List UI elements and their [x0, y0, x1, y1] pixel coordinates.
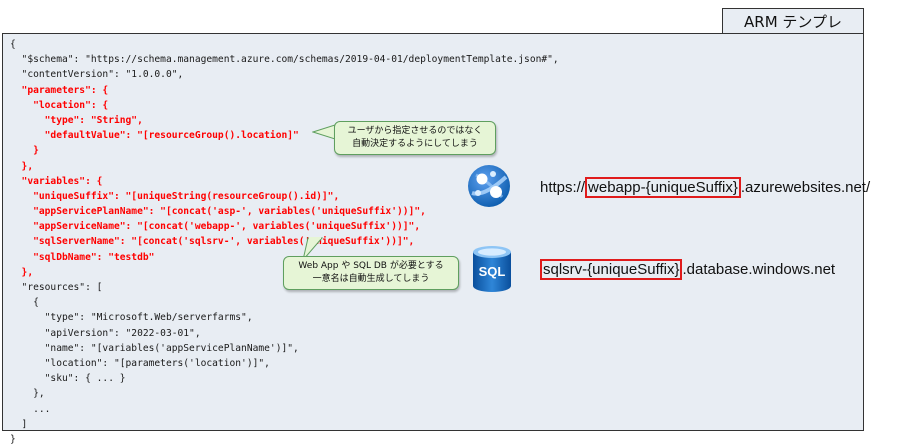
azure-web-app-icon — [468, 165, 510, 207]
code-line: "name": "[variables('appServicePlanName'… — [10, 342, 299, 354]
callout-location-pointer — [312, 124, 336, 140]
webapp-url: https://webapp-{uniqueSuffix} .azurewebsi… — [540, 177, 871, 198]
code-line: "contentVersion": "1.0.0.0", — [10, 69, 184, 81]
code-line: { — [10, 39, 16, 50]
sql-server-url: sqlsrv-{uniqueSuffix} .database.windows.n… — [540, 259, 836, 280]
callout-names: Web App や SQL DB が必要とする 一意名は自動生成してしまう — [283, 256, 459, 290]
callout-names-line1: Web App や SQL DB が必要とする — [298, 261, 444, 271]
code-line: "location": "[parameters('location')]", — [10, 357, 270, 369]
arm-template-tab: ARM テンプレ — [722, 8, 864, 34]
callout-names-line2: 一意名は自動生成してしまう — [312, 274, 430, 284]
code-line: ... — [10, 403, 51, 415]
code-line: { — [10, 297, 39, 309]
code-line: "appServiceName": "[concat('webapp-', va… — [10, 221, 421, 233]
arm-template-code: { "$schema": "https://schema.management.… — [10, 37, 559, 447]
code-line: "location": { — [10, 99, 109, 111]
sql-url-suffix: .database.windows.net — [682, 261, 836, 278]
code-line: "apiVersion": "2022-03-01", — [10, 327, 201, 339]
code-line: "$schema": "https://schema.management.az… — [10, 54, 559, 66]
sql-unique-name-box: sqlsrv-{uniqueSuffix} — [540, 259, 683, 280]
code-line: "parameters": { — [10, 84, 109, 96]
webapp-url-prefix: https:// — [540, 179, 586, 196]
callout-location-line2: 自動決定するようにしてしまう — [352, 139, 478, 149]
callout-location: ユーザから指定させるのではなく 自動決定するようにしてしまう — [334, 121, 496, 155]
code-line: "sku": { ... } — [10, 373, 126, 385]
webapp-url-suffix: .azurewebsites.net/ — [740, 179, 871, 196]
code-line: "type": "Microsoft.Web/serverfarms", — [10, 312, 253, 324]
code-line: }, — [10, 388, 45, 400]
sql-icon-label: SQL — [479, 264, 506, 279]
tab-label: ARM テンプレ — [744, 13, 842, 31]
azure-sql-database-icon: SQL — [473, 246, 511, 292]
callout-location-line1: ユーザから指定させるのではなく — [347, 126, 483, 136]
code-line: } — [10, 433, 16, 445]
webapp-unique-name-box: webapp-{uniqueSuffix} — [585, 177, 741, 198]
code-line: ] — [10, 418, 28, 430]
